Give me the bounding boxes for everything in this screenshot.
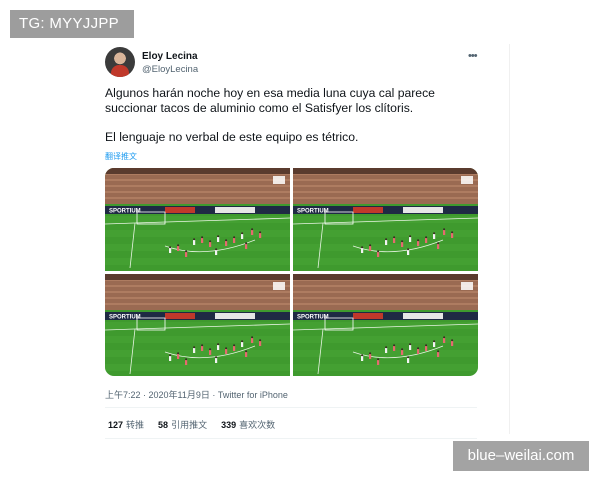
media-image-2: SPORTIUM bbox=[293, 168, 478, 271]
media-image[interactable]: SPORTIUM bbox=[293, 274, 478, 376]
author-name[interactable]: Eloy Lecina bbox=[142, 51, 198, 62]
stat-label: 转推 bbox=[126, 420, 145, 430]
stat-count: 58 bbox=[158, 420, 169, 430]
tweet-text-line-1: Algunos harán noche hoy en esa media lun… bbox=[105, 86, 435, 115]
svg-text:SPORTIUM: SPORTIUM bbox=[297, 315, 329, 321]
svg-text:SPORTIUM: SPORTIUM bbox=[109, 209, 141, 215]
stat-2[interactable]: 339 喜欢次数 bbox=[221, 420, 275, 430]
divider bbox=[105, 407, 477, 408]
svg-text:SPORTIUM: SPORTIUM bbox=[109, 315, 141, 321]
media-image[interactable]: SPORTIUM bbox=[293, 168, 478, 271]
media-grid: SPORTIUM SPORTIUM SPORTIUM SPORTIUM bbox=[105, 168, 478, 376]
tweet-timestamp[interactable]: 上午7:22 · 2020年11月9日 · Twitter for iPhone bbox=[105, 388, 288, 401]
stat-1[interactable]: 58 引用推文 bbox=[158, 420, 207, 430]
stat-count: 339 bbox=[221, 420, 237, 430]
media-image[interactable]: SPORTIUM bbox=[105, 168, 290, 271]
media-image-3: SPORTIUM bbox=[105, 274, 290, 376]
tweet-text: Algunos harán noche hoy en esa media lun… bbox=[105, 86, 475, 145]
engagement-stats: 127 转推 58 引用推文 339 喜欢次数 bbox=[108, 418, 289, 431]
stat-label: 引用推文 bbox=[171, 420, 208, 430]
media-image[interactable]: SPORTIUM bbox=[105, 274, 290, 376]
translate-link[interactable]: 翻译推文 bbox=[105, 151, 137, 162]
tweet-text-line-2: El lenguaje no verbal de este equipo es … bbox=[105, 130, 359, 144]
svg-text:SPORTIUM: SPORTIUM bbox=[297, 209, 329, 215]
watermark-top: TG: MYYJJPP bbox=[10, 10, 134, 38]
divider bbox=[105, 438, 477, 439]
scroll-edge bbox=[509, 44, 510, 434]
watermark-bottom: blue–weilai.com bbox=[453, 441, 589, 471]
stat-count: 127 bbox=[108, 420, 124, 430]
media-image-4: SPORTIUM bbox=[293, 274, 478, 376]
media-image-1: SPORTIUM bbox=[105, 168, 290, 271]
more-horizontal-icon[interactable]: ••• bbox=[468, 50, 478, 62]
stat-label: 喜欢次数 bbox=[239, 420, 276, 430]
author-handle[interactable]: @EloyLecina bbox=[142, 64, 198, 75]
avatar[interactable] bbox=[105, 47, 135, 77]
stat-0[interactable]: 127 转推 bbox=[108, 420, 144, 430]
